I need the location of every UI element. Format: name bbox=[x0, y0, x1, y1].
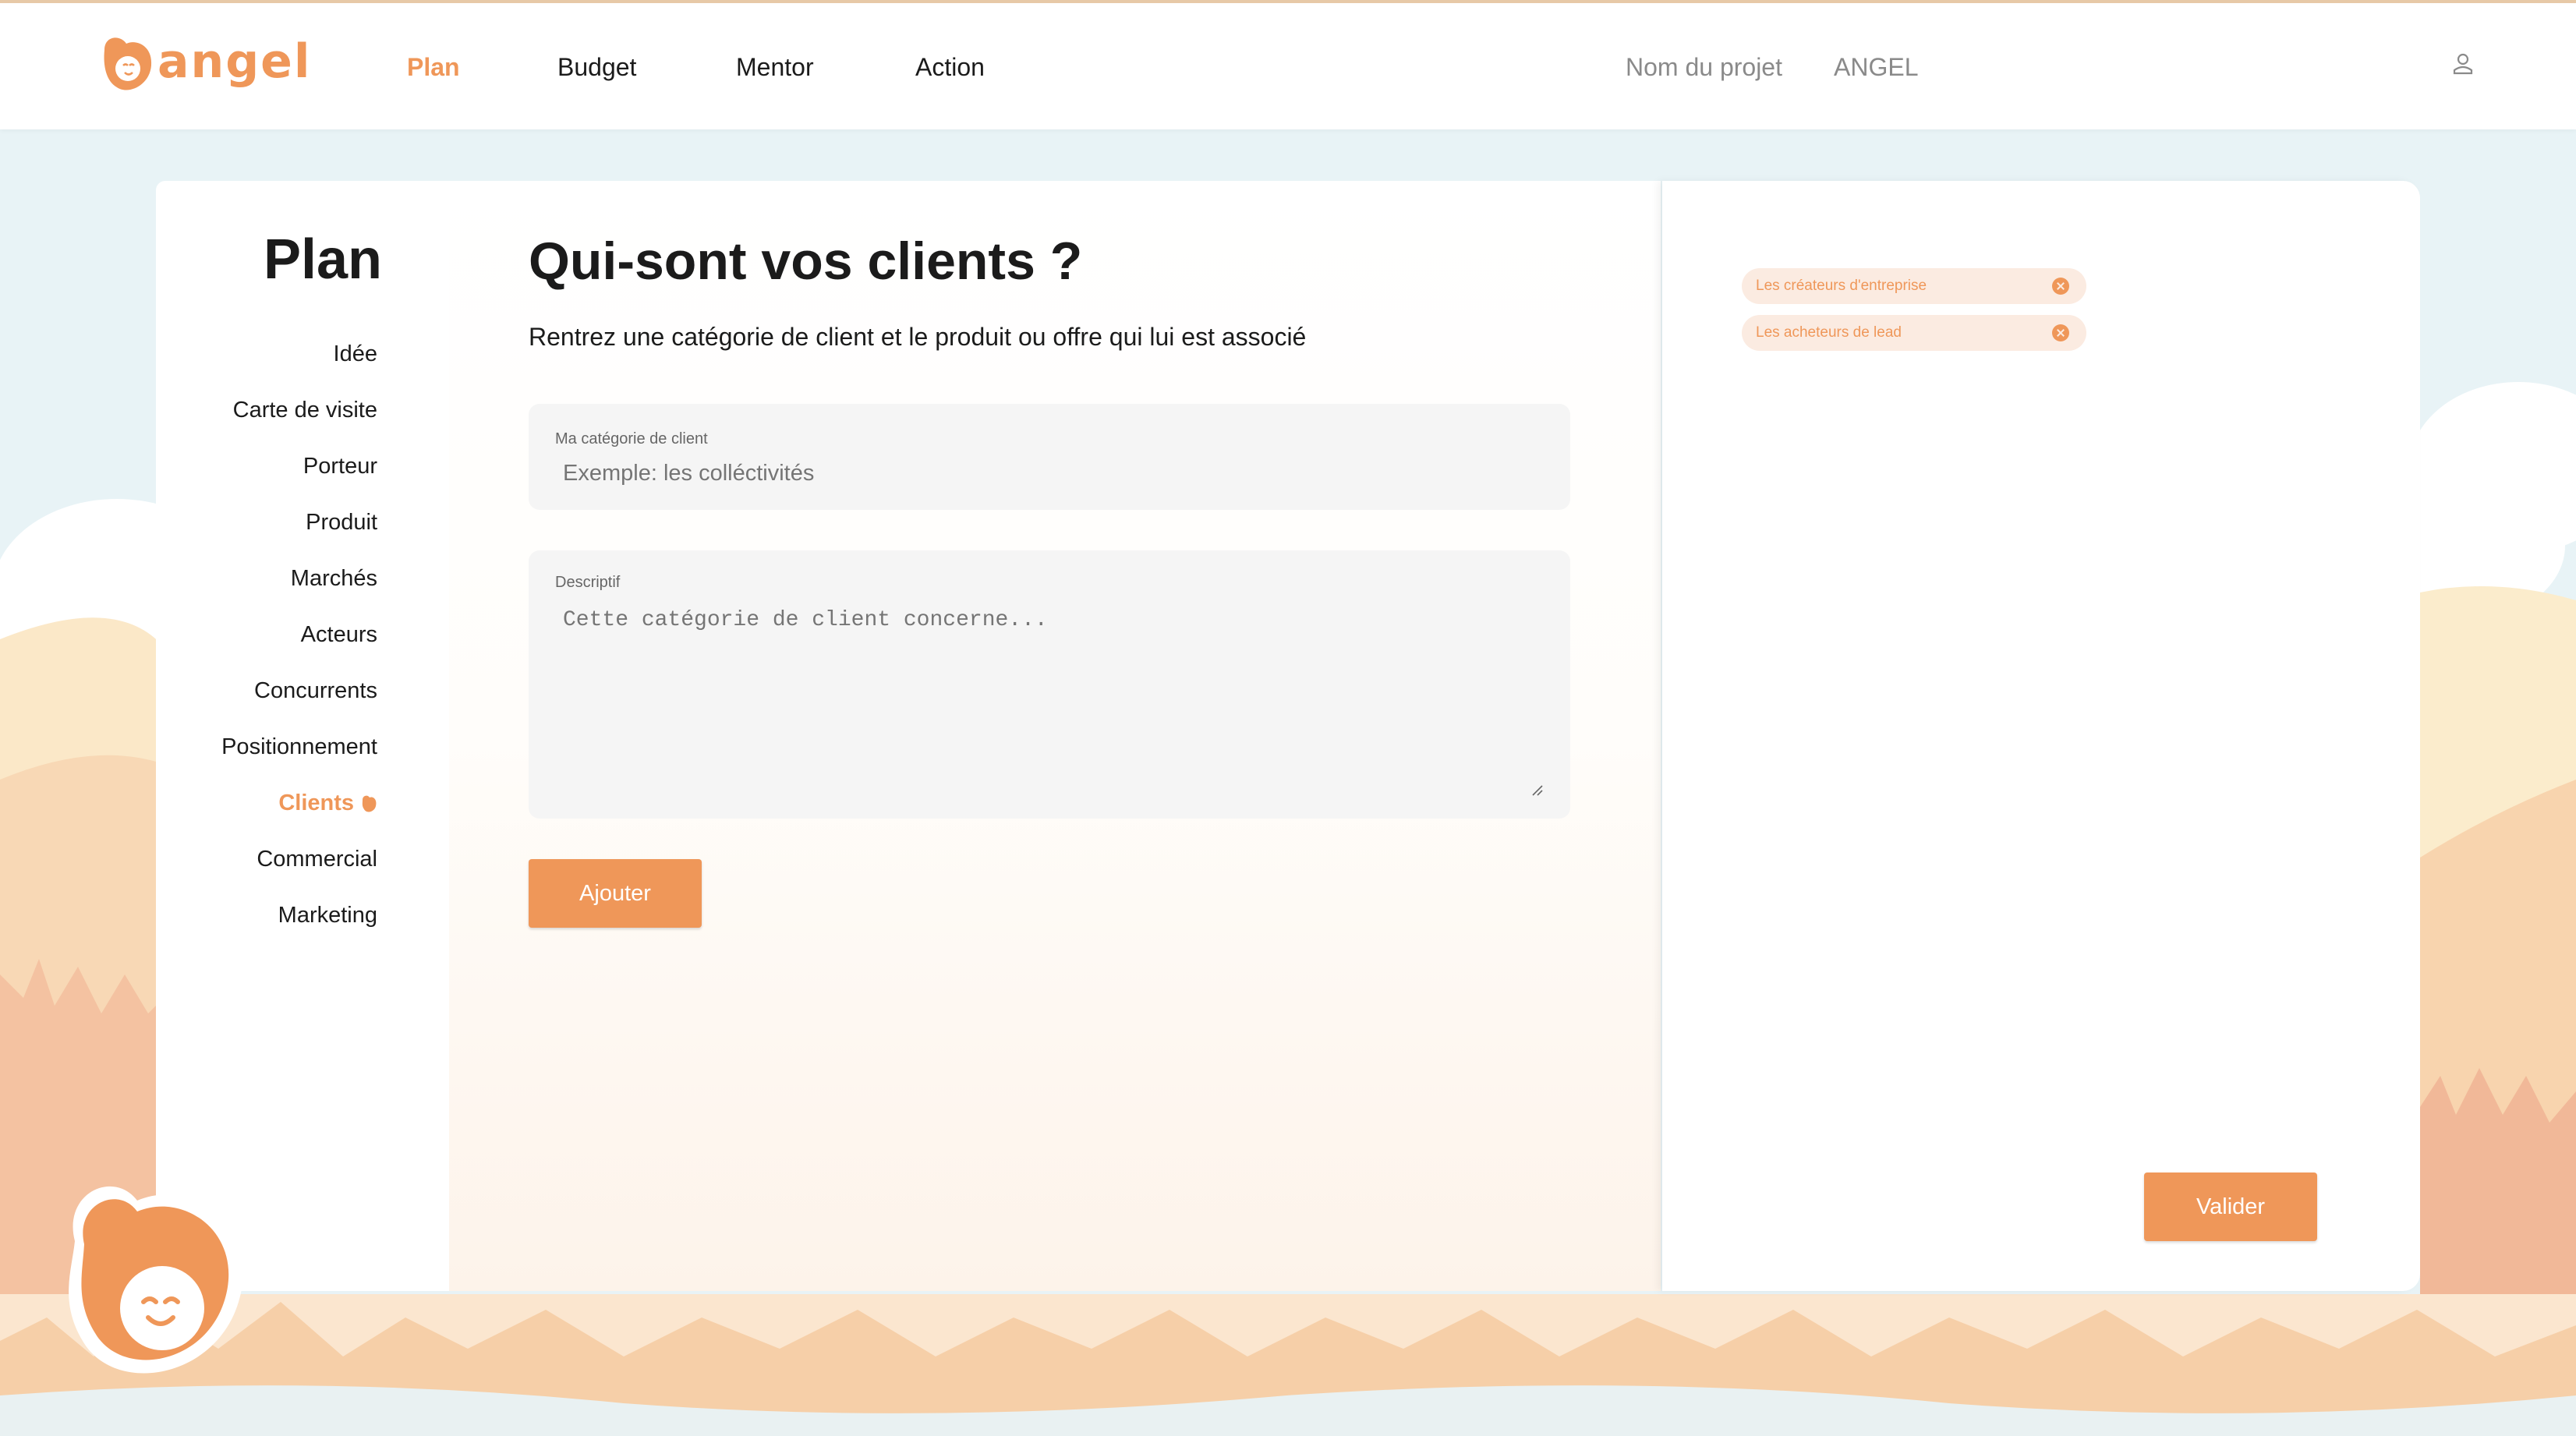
client-category-input[interactable] bbox=[561, 460, 1500, 487]
client-tag-label: Les acheteurs de lead bbox=[1756, 324, 1902, 341]
nav-plan[interactable]: Plan bbox=[407, 53, 460, 82]
sidebar-item-carte-de-visite[interactable]: Carte de visite bbox=[156, 382, 377, 438]
sidebar-item-label: Clients bbox=[278, 791, 354, 815]
page-subtitle: Rentrez une catégorie de client et le pr… bbox=[529, 323, 1307, 351]
sidebar-item-label: Acteurs bbox=[300, 622, 377, 647]
sidebar-item-marches[interactable]: Marchés bbox=[156, 550, 377, 607]
sidebar-item-label: Positionnement bbox=[221, 734, 377, 759]
add-button[interactable]: Ajouter bbox=[529, 859, 702, 928]
sidebar-item-clients[interactable]: Clients bbox=[156, 775, 377, 831]
sidebar-item-produit[interactable]: Produit bbox=[156, 494, 377, 550]
client-tag[interactable]: Les créateurs d'entreprise bbox=[1742, 268, 2086, 304]
sidebar-item-label: Concurrents bbox=[254, 678, 377, 703]
plan-sidebar: Plan Idée Carte de visite Porteur Produi… bbox=[156, 181, 382, 960]
angel-mascot-icon[interactable] bbox=[51, 1169, 253, 1388]
sidebar-item-concurrents[interactable]: Concurrents bbox=[156, 663, 377, 719]
sidebar-item-label: Carte de visite bbox=[232, 398, 377, 423]
logo-text: angel bbox=[157, 34, 312, 89]
top-navigation-bar: angel Plan Budget Mentor Action Nom du p… bbox=[0, 0, 2576, 129]
sidebar-item-commercial[interactable]: Commercial bbox=[156, 831, 377, 887]
sidebar-item-idee[interactable]: Idée bbox=[156, 326, 377, 382]
sidebar-item-label: Porteur bbox=[303, 454, 377, 479]
nav-mentor[interactable]: Mentor bbox=[736, 53, 814, 82]
description-textarea[interactable] bbox=[561, 607, 1531, 794]
active-marker-icon bbox=[362, 795, 377, 812]
resize-handle-icon[interactable] bbox=[1531, 784, 1544, 797]
project-name-value[interactable]: ANGEL bbox=[1834, 53, 1918, 82]
nav-budget[interactable]: Budget bbox=[557, 53, 636, 82]
description-label: Descriptif bbox=[555, 574, 621, 591]
project-name-label: Nom du projet bbox=[1626, 53, 1782, 81]
sidebar-item-acteurs[interactable]: Acteurs bbox=[156, 607, 377, 663]
client-tag[interactable]: Les acheteurs de lead bbox=[1742, 315, 2086, 351]
sidebar-item-label: Marketing bbox=[278, 903, 377, 928]
page-title: Qui-sont vos clients ? bbox=[529, 232, 1083, 291]
validate-button[interactable]: Valider bbox=[2144, 1172, 2317, 1241]
sidebar-item-label: Idée bbox=[333, 341, 377, 366]
sidebar-item-label: Commercial bbox=[257, 847, 377, 872]
sidebar-item-label: Produit bbox=[306, 510, 377, 535]
description-field[interactable]: Descriptif bbox=[529, 550, 1570, 819]
client-category-field[interactable]: Ma catégorie de client bbox=[529, 404, 1570, 510]
plan-section-list: Idée Carte de visite Porteur Produit Mar… bbox=[156, 326, 377, 943]
remove-tag-icon[interactable] bbox=[2052, 324, 2069, 341]
sidebar-title: Plan bbox=[263, 228, 382, 291]
user-icon[interactable] bbox=[2453, 53, 2473, 75]
client-tag-label: Les créateurs d'entreprise bbox=[1756, 278, 1927, 294]
sidebar-item-marketing[interactable]: Marketing bbox=[156, 887, 377, 943]
remove-tag-icon[interactable] bbox=[2052, 278, 2069, 295]
sidebar-item-label: Marchés bbox=[290, 566, 377, 591]
sidebar-item-porteur[interactable]: Porteur bbox=[156, 438, 377, 494]
client-category-label: Ma catégorie de client bbox=[555, 430, 708, 447]
nav-action[interactable]: Action bbox=[915, 53, 985, 82]
sidebar-item-positionnement[interactable]: Positionnement bbox=[156, 719, 377, 775]
